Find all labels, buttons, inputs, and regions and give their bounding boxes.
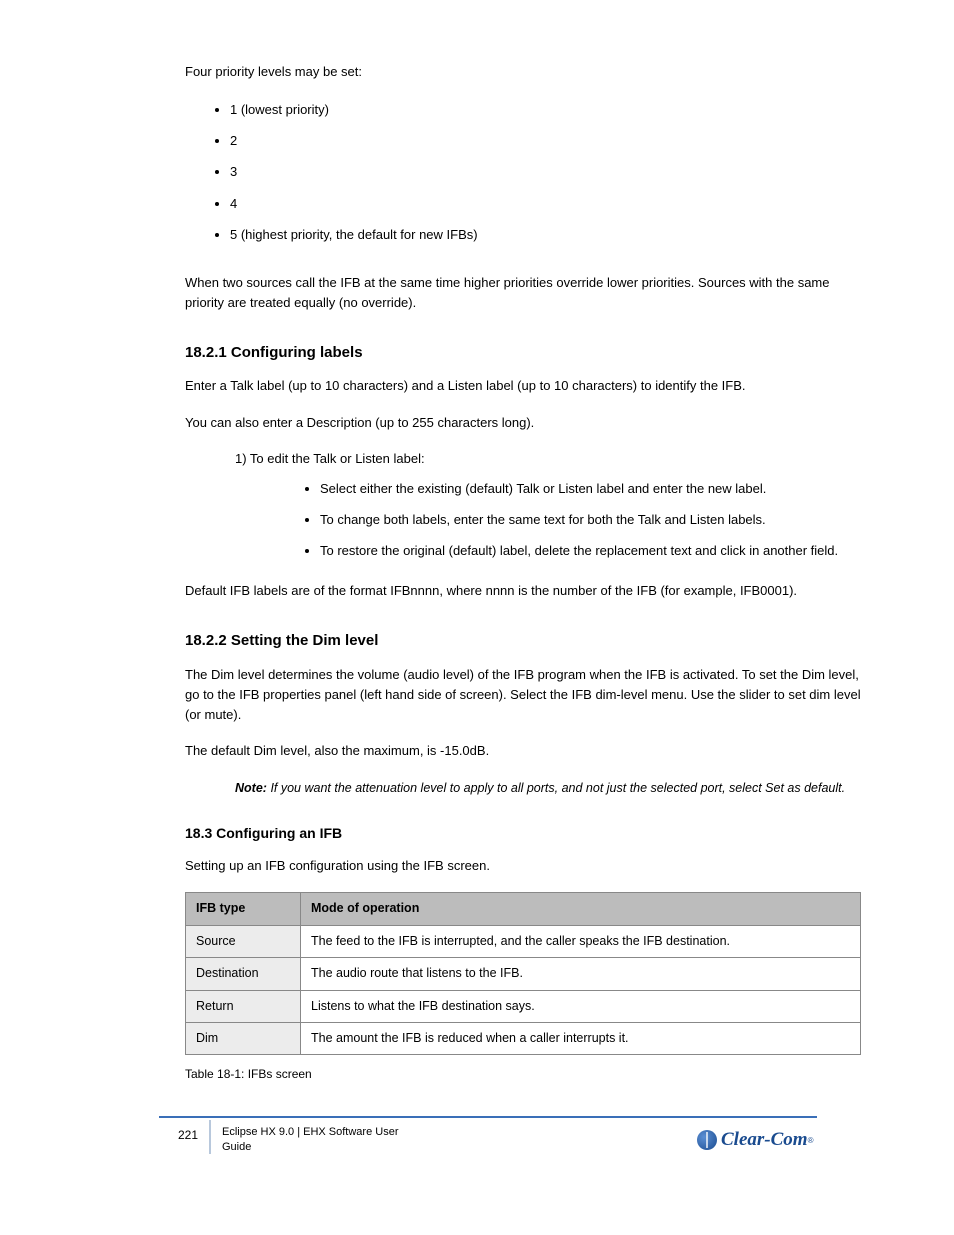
dim-p1: The Dim level determines the volume (aud… — [185, 665, 864, 725]
list-item: 5 (highest priority, the default for new… — [230, 225, 864, 245]
heading-configuring-labels: 18.2.1 Configuring labels — [185, 341, 864, 364]
logo-text: Clear-Com — [721, 1129, 808, 1151]
dim-p2: The default Dim level, also the maximum,… — [185, 741, 864, 761]
list-item: 1 (lowest priority) — [230, 100, 864, 120]
list-item: To change both labels, enter the same te… — [320, 510, 864, 530]
cell-desc: Listens to what the IFB destination says… — [301, 990, 861, 1022]
table-row: Destination The audio route that listens… — [186, 958, 861, 990]
labels-step-list: Select either the existing (default) Tal… — [320, 479, 864, 561]
table-row: Dim The amount the IFB is reduced when a… — [186, 1022, 861, 1054]
registered-mark-icon: ® — [808, 1136, 814, 1145]
cell-type: Return — [186, 990, 301, 1022]
note-block: Note: If you want the attenuation level … — [235, 779, 864, 798]
table-header-col1: IFB type — [186, 893, 301, 925]
list-item: 2 — [230, 131, 864, 151]
footer-vertical-line — [209, 1120, 211, 1154]
cfg-p1: Setting up an IFB configuration using th… — [185, 856, 864, 876]
heading-configuring-ifb: 18.3 Configuring an IFB — [185, 823, 864, 845]
priority-levels-list: 1 (lowest priority) 2 3 4 5 (highest pri… — [230, 100, 864, 245]
labels-p1: Enter a Talk label (up to 10 characters)… — [185, 376, 864, 396]
labels-step-head: 1) To edit the Talk or Listen label: — [235, 449, 864, 469]
note-text: If you want the attenuation level to app… — [270, 781, 845, 795]
table-header-col2: Mode of operation — [301, 893, 861, 925]
list-item: To restore the original (default) label,… — [320, 541, 864, 561]
ifb-table: IFB type Mode of operation Source The fe… — [185, 892, 861, 1055]
table-row: Return Listens to what the IFB destinati… — [186, 990, 861, 1022]
list-item: Select either the existing (default) Tal… — [320, 479, 864, 499]
cell-type: Source — [186, 925, 301, 957]
list-item: 4 — [230, 194, 864, 214]
clearcom-logo: Clear-Com ® — [697, 1129, 813, 1151]
footer-title-l1: Eclipse HX 9.0 | EHX Software User — [222, 1125, 398, 1140]
priorities-paragraph: When two sources call the IFB at the sam… — [185, 273, 864, 313]
footer-title-l2: Guide — [222, 1140, 398, 1155]
table-row: Source The feed to the IFB is interrupte… — [186, 925, 861, 957]
globe-icon — [697, 1130, 717, 1150]
labels-p3: Default IFB labels are of the format IFB… — [185, 581, 864, 601]
footer-doc-title: Eclipse HX 9.0 | EHX Software User Guide — [222, 1125, 398, 1156]
heading-dim-level: 18.2.2 Setting the Dim level — [185, 629, 864, 652]
cell-type: Destination — [186, 958, 301, 990]
cell-desc: The feed to the IFB is interrupted, and … — [301, 925, 861, 957]
footer-line — [159, 1116, 817, 1118]
table-caption: Table 18-1: IFBs screen — [185, 1065, 864, 1084]
note-label: Note: — [235, 781, 267, 795]
cell-desc: The audio route that listens to the IFB. — [301, 958, 861, 990]
footer-page-number: 221 — [178, 1128, 198, 1142]
cell-type: Dim — [186, 1022, 301, 1054]
list-item: 3 — [230, 162, 864, 182]
labels-p2: You can also enter a Description (up to … — [185, 413, 864, 433]
intro-text: Four priority levels may be set: — [185, 62, 864, 82]
cell-desc: The amount the IFB is reduced when a cal… — [301, 1022, 861, 1054]
